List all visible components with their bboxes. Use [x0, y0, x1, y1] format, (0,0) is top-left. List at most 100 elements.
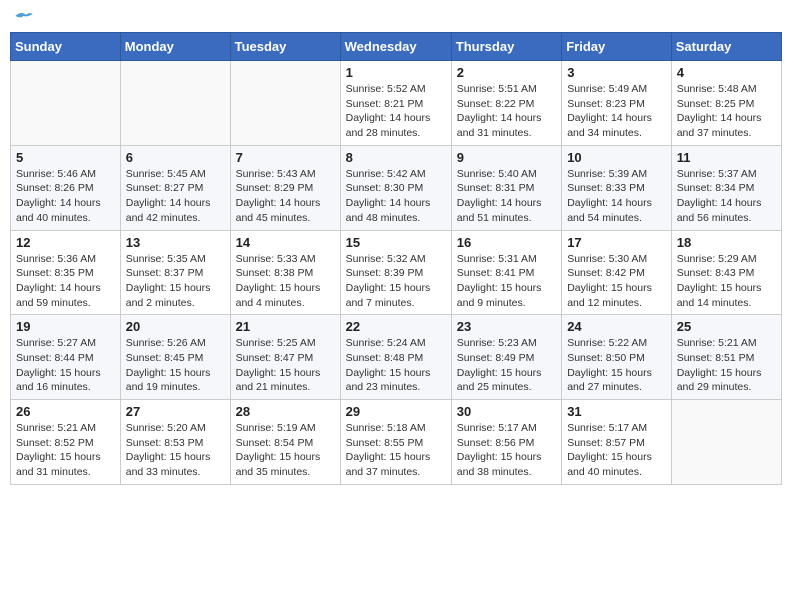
day-info: Sunrise: 5:17 AM Sunset: 8:56 PM Dayligh…: [457, 421, 556, 480]
calendar-cell: 23 Sunrise: 5:23 AM Sunset: 8:49 PM Dayli…: [451, 315, 561, 400]
calendar-cell: 15Sunrise: 5:32 AM Sunset: 8:39 PM Dayli…: [340, 230, 451, 315]
day-number: 6: [126, 150, 225, 165]
day-number: 8: [346, 150, 446, 165]
week-row-5: 26 Sunrise: 5:21 AM Sunset: 8:52 PM Dayli…: [11, 400, 782, 485]
day-number: 28: [236, 404, 335, 419]
day-number: 3: [567, 65, 666, 80]
week-row-1: 1 Sunrise: 5:52 AM Sunset: 8:21 PM Daylig…: [11, 61, 782, 146]
calendar-cell: 1 Sunrise: 5:52 AM Sunset: 8:21 PM Daylig…: [340, 61, 451, 146]
day-info: Sunrise: 5:29 AM Sunset: 8:43 PM Dayligh…: [677, 252, 776, 311]
day-info: Sunrise: 5:35 AM Sunset: 8:37 PM Dayligh…: [126, 252, 225, 311]
days-of-week-row: SundayMondayTuesdayWednesdayThursdayFrid…: [11, 33, 782, 61]
calendar-cell: 27Sunrise: 5:20 AM Sunset: 8:53 PM Dayli…: [120, 400, 230, 485]
calendar-cell: [671, 400, 781, 485]
calendar-cell: 25 Sunrise: 5:21 AM Sunset: 8:51 PM Dayli…: [671, 315, 781, 400]
dow-header-monday: Monday: [120, 33, 230, 61]
calendar-cell: 29 Sunrise: 5:18 AM Sunset: 8:55 PM Dayli…: [340, 400, 451, 485]
calendar-cell: 10 Sunrise: 5:39 AM Sunset: 8:33 PM Dayli…: [562, 145, 672, 230]
day-info: Sunrise: 5:43 AM Sunset: 8:29 PM Dayligh…: [236, 167, 335, 226]
calendar-cell: 4Sunrise: 5:48 AM Sunset: 8:25 PM Daylig…: [671, 61, 781, 146]
calendar-cell: 21Sunrise: 5:25 AM Sunset: 8:47 PM Dayli…: [230, 315, 340, 400]
day-info: Sunrise: 5:48 AM Sunset: 8:25 PM Dayligh…: [677, 82, 776, 141]
page-header: [10, 10, 782, 24]
calendar-cell: 16 Sunrise: 5:31 AM Sunset: 8:41 PM Dayli…: [451, 230, 561, 315]
day-info: Sunrise: 5:42 AM Sunset: 8:30 PM Dayligh…: [346, 167, 446, 226]
calendar-cell: 3 Sunrise: 5:49 AM Sunset: 8:23 PM Daylig…: [562, 61, 672, 146]
day-number: 17: [567, 235, 666, 250]
day-info: Sunrise: 5:51 AM Sunset: 8:22 PM Dayligh…: [457, 82, 556, 141]
calendar-cell: 30 Sunrise: 5:17 AM Sunset: 8:56 PM Dayli…: [451, 400, 561, 485]
dow-header-tuesday: Tuesday: [230, 33, 340, 61]
calendar-cell: 7 Sunrise: 5:43 AM Sunset: 8:29 PM Daylig…: [230, 145, 340, 230]
day-info: Sunrise: 5:21 AM Sunset: 8:52 PM Dayligh…: [16, 421, 115, 480]
logo: [14, 10, 34, 24]
bird-icon: [14, 8, 34, 24]
day-number: 5: [16, 150, 115, 165]
calendar-cell: 22 Sunrise: 5:24 AM Sunset: 8:48 PM Dayli…: [340, 315, 451, 400]
calendar-cell: 31Sunrise: 5:17 AM Sunset: 8:57 PM Dayli…: [562, 400, 672, 485]
calendar-cell: 14 Sunrise: 5:33 AM Sunset: 8:38 PM Dayli…: [230, 230, 340, 315]
calendar-cell: 19 Sunrise: 5:27 AM Sunset: 8:44 PM Dayli…: [11, 315, 121, 400]
day-info: Sunrise: 5:33 AM Sunset: 8:38 PM Dayligh…: [236, 252, 335, 311]
day-number: 31: [567, 404, 666, 419]
day-number: 14: [236, 235, 335, 250]
dow-header-saturday: Saturday: [671, 33, 781, 61]
day-info: Sunrise: 5:36 AM Sunset: 8:35 PM Dayligh…: [16, 252, 115, 311]
calendar-cell: 9Sunrise: 5:40 AM Sunset: 8:31 PM Daylig…: [451, 145, 561, 230]
day-info: Sunrise: 5:23 AM Sunset: 8:49 PM Dayligh…: [457, 336, 556, 395]
day-info: Sunrise: 5:30 AM Sunset: 8:42 PM Dayligh…: [567, 252, 666, 311]
day-number: 1: [346, 65, 446, 80]
day-info: Sunrise: 5:45 AM Sunset: 8:27 PM Dayligh…: [126, 167, 225, 226]
calendar-cell: 24 Sunrise: 5:22 AM Sunset: 8:50 PM Dayli…: [562, 315, 672, 400]
day-number: 19: [16, 319, 115, 334]
calendar-cell: 26 Sunrise: 5:21 AM Sunset: 8:52 PM Dayli…: [11, 400, 121, 485]
day-info: Sunrise: 5:18 AM Sunset: 8:55 PM Dayligh…: [346, 421, 446, 480]
day-number: 25: [677, 319, 776, 334]
day-info: Sunrise: 5:26 AM Sunset: 8:45 PM Dayligh…: [126, 336, 225, 395]
day-number: 30: [457, 404, 556, 419]
day-number: 12: [16, 235, 115, 250]
day-info: Sunrise: 5:22 AM Sunset: 8:50 PM Dayligh…: [567, 336, 666, 395]
day-info: Sunrise: 5:52 AM Sunset: 8:21 PM Dayligh…: [346, 82, 446, 141]
day-info: Sunrise: 5:20 AM Sunset: 8:53 PM Dayligh…: [126, 421, 225, 480]
day-number: 24: [567, 319, 666, 334]
day-info: Sunrise: 5:27 AM Sunset: 8:44 PM Dayligh…: [16, 336, 115, 395]
day-number: 9: [457, 150, 556, 165]
dow-header-sunday: Sunday: [11, 33, 121, 61]
day-number: 15: [346, 235, 446, 250]
week-row-2: 5Sunrise: 5:46 AM Sunset: 8:26 PM Daylig…: [11, 145, 782, 230]
day-number: 29: [346, 404, 446, 419]
day-info: Sunrise: 5:37 AM Sunset: 8:34 PM Dayligh…: [677, 167, 776, 226]
day-number: 7: [236, 150, 335, 165]
calendar-cell: 18 Sunrise: 5:29 AM Sunset: 8:43 PM Dayli…: [671, 230, 781, 315]
day-number: 23: [457, 319, 556, 334]
day-number: 13: [126, 235, 225, 250]
calendar-cell: 17 Sunrise: 5:30 AM Sunset: 8:42 PM Dayli…: [562, 230, 672, 315]
calendar-cell: [120, 61, 230, 146]
calendar-cell: 5Sunrise: 5:46 AM Sunset: 8:26 PM Daylig…: [11, 145, 121, 230]
day-number: 11: [677, 150, 776, 165]
calendar-cell: 20Sunrise: 5:26 AM Sunset: 8:45 PM Dayli…: [120, 315, 230, 400]
day-info: Sunrise: 5:49 AM Sunset: 8:23 PM Dayligh…: [567, 82, 666, 141]
day-info: Sunrise: 5:25 AM Sunset: 8:47 PM Dayligh…: [236, 336, 335, 395]
calendar-cell: 6 Sunrise: 5:45 AM Sunset: 8:27 PM Daylig…: [120, 145, 230, 230]
day-number: 18: [677, 235, 776, 250]
week-row-3: 12 Sunrise: 5:36 AM Sunset: 8:35 PM Dayli…: [11, 230, 782, 315]
dow-header-wednesday: Wednesday: [340, 33, 451, 61]
day-number: 2: [457, 65, 556, 80]
day-number: 16: [457, 235, 556, 250]
calendar-cell: 28Sunrise: 5:19 AM Sunset: 8:54 PM Dayli…: [230, 400, 340, 485]
day-info: Sunrise: 5:24 AM Sunset: 8:48 PM Dayligh…: [346, 336, 446, 395]
day-info: Sunrise: 5:21 AM Sunset: 8:51 PM Dayligh…: [677, 336, 776, 395]
week-row-4: 19 Sunrise: 5:27 AM Sunset: 8:44 PM Dayli…: [11, 315, 782, 400]
day-number: 10: [567, 150, 666, 165]
day-info: Sunrise: 5:31 AM Sunset: 8:41 PM Dayligh…: [457, 252, 556, 311]
day-number: 22: [346, 319, 446, 334]
day-number: 26: [16, 404, 115, 419]
calendar-cell: 2 Sunrise: 5:51 AM Sunset: 8:22 PM Daylig…: [451, 61, 561, 146]
day-info: Sunrise: 5:39 AM Sunset: 8:33 PM Dayligh…: [567, 167, 666, 226]
dow-header-thursday: Thursday: [451, 33, 561, 61]
calendar-cell: 8 Sunrise: 5:42 AM Sunset: 8:30 PM Daylig…: [340, 145, 451, 230]
calendar-cell: [230, 61, 340, 146]
calendar-cell: 12 Sunrise: 5:36 AM Sunset: 8:35 PM Dayli…: [11, 230, 121, 315]
